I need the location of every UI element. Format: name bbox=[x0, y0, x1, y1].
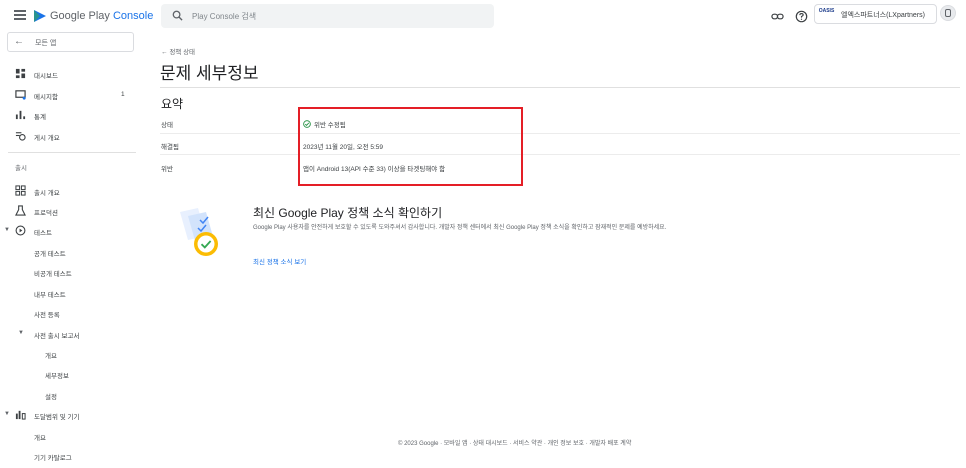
page-title: 문제 세부정보 bbox=[160, 64, 259, 83]
sidebar-item-label: 통계 bbox=[34, 114, 46, 121]
account-avatar-icon[interactable] bbox=[940, 5, 956, 21]
all-apps-label: 모든 앱 bbox=[35, 40, 57, 47]
sidebar: ← 모든 앱 대시보드 메시지함 1 통계 게시 개요 출시 출시 개요 프로덕… bbox=[0, 32, 142, 468]
sidebar-item-label: 기기 카탈로그 bbox=[34, 455, 72, 462]
sidebar-item-closed-testing[interactable]: 비공개 테스트 bbox=[0, 265, 142, 279]
sidebar-item-reach-devices[interactable]: ▼ 도달범위 및 기기 bbox=[0, 408, 142, 422]
row-divider bbox=[160, 154, 960, 155]
chevron-down-icon[interactable]: ▼ bbox=[4, 227, 10, 233]
sidebar-item-label: 설정 bbox=[45, 394, 57, 401]
arrow-back-icon: ← bbox=[14, 36, 24, 47]
sidebar-item-testing[interactable]: ▼ 테스트 bbox=[0, 224, 142, 238]
policy-news-body: Google Play 사용자를 안전하게 보호할 수 있도록 도와주셔서 감사… bbox=[253, 225, 667, 231]
sidebar-item-open-testing[interactable]: 공개 테스트 bbox=[0, 245, 142, 259]
sidebar-item-label: 도달범위 및 기기 bbox=[34, 414, 80, 421]
sidebar-item-reach-overview[interactable]: 개요 bbox=[0, 429, 142, 443]
row-divider bbox=[160, 133, 960, 134]
sidebar-item-pre-launch-settings[interactable]: 설정 bbox=[0, 388, 142, 402]
all-apps-button[interactable]: ← 모든 앱 bbox=[7, 32, 134, 52]
sidebar-item-label: 메시지함 bbox=[34, 94, 58, 101]
sidebar-item-device-catalog[interactable]: 기기 카탈로그 bbox=[0, 449, 142, 463]
menu-icon[interactable] bbox=[14, 10, 26, 20]
release-section-heading: 출시 bbox=[15, 165, 27, 172]
developer-logo: OASIS bbox=[818, 8, 835, 14]
brand-name: Google Play bbox=[50, 10, 113, 22]
policy-news-illustration-icon bbox=[180, 208, 218, 256]
page-footer: © 2023 Google · 모바일 앱 · 상태 대시보드 · 서비스 약관… bbox=[398, 441, 632, 447]
sidebar-item-pre-registration[interactable]: 사전 등록 bbox=[0, 306, 142, 320]
sidebar-item-publishing-overview[interactable]: 게시 개요 bbox=[0, 129, 142, 143]
sidebar-item-label: 테스트 bbox=[34, 230, 52, 237]
sidebar-item-label: 내부 테스트 bbox=[34, 292, 66, 299]
violation-label: 위반 bbox=[161, 166, 173, 173]
sidebar-item-label: 공개 테스트 bbox=[34, 251, 66, 258]
title-divider bbox=[160, 87, 960, 88]
search-icon bbox=[172, 10, 183, 21]
sidebar-item-internal-testing[interactable]: 내부 테스트 bbox=[0, 286, 142, 300]
dashboard-icon bbox=[15, 68, 26, 79]
sidebar-item-pre-launch-details[interactable]: 세부정보 bbox=[0, 367, 142, 381]
sidebar-item-pre-launch-report[interactable]: ▼ 사전 출시 보고서 bbox=[0, 327, 142, 341]
production-icon bbox=[15, 205, 26, 216]
link-icon[interactable] bbox=[771, 10, 784, 23]
sidebar-item-release-overview[interactable]: 출시 개요 bbox=[0, 184, 142, 198]
help-icon[interactable] bbox=[795, 10, 808, 23]
breadcrumb-label: 정책 상태 bbox=[169, 49, 196, 56]
summary-heading: 요약 bbox=[161, 97, 184, 111]
reach-devices-icon bbox=[15, 410, 26, 420]
sidebar-item-label: 비공개 테스트 bbox=[34, 271, 72, 278]
policy-news-title: 최신 Google Play 정책 소식 확인하기 bbox=[253, 206, 443, 220]
sidebar-item-label: 대시보드 bbox=[34, 73, 58, 80]
main-content: ← 정책 상태 문제 세부정보 요약 상태 위반 수정됨 해결됨 2023년 1… bbox=[142, 34, 966, 468]
chevron-down-icon[interactable]: ▼ bbox=[4, 411, 10, 417]
inbox-icon bbox=[15, 90, 26, 100]
sidebar-item-statistics[interactable]: 통계 bbox=[0, 108, 142, 122]
sidebar-item-label: 개요 bbox=[45, 353, 57, 360]
chevron-down-icon[interactable]: ▼ bbox=[18, 330, 24, 336]
testing-icon bbox=[15, 225, 26, 236]
highlight-box bbox=[298, 107, 523, 186]
sidebar-divider bbox=[8, 152, 136, 153]
status-label: 상태 bbox=[161, 122, 173, 129]
brand-title[interactable]: Google Play Console bbox=[50, 10, 153, 22]
sidebar-item-label: 프로덕션 bbox=[34, 210, 58, 217]
resolved-label: 해결됨 bbox=[161, 144, 179, 151]
sidebar-item-dashboard[interactable]: 대시보드 bbox=[0, 67, 142, 81]
sidebar-item-label: 출시 개요 bbox=[34, 190, 60, 197]
sidebar-item-production[interactable]: 프로덕션 bbox=[0, 204, 142, 218]
sidebar-item-label: 사전 출시 보고서 bbox=[34, 333, 80, 340]
sidebar-item-label: 개요 bbox=[34, 435, 46, 442]
publishing-icon bbox=[15, 132, 26, 141]
sidebar-item-pre-launch-overview[interactable]: 개요 bbox=[0, 347, 142, 361]
sidebar-item-label: 게시 개요 bbox=[34, 135, 60, 142]
play-console-logo-icon bbox=[34, 10, 46, 22]
sidebar-item-label: 사전 등록 bbox=[34, 312, 60, 319]
developer-account-chip[interactable]: OASIS 엘엑스파트너스(LXpartners) bbox=[814, 4, 937, 24]
policy-news-link[interactable]: 최신 정책 소식 보기 bbox=[253, 256, 306, 266]
bar-chart-icon bbox=[15, 110, 26, 120]
inbox-count-badge: 1 bbox=[121, 91, 125, 98]
top-app-bar: Google Play Console Play Console 검색 OASI… bbox=[0, 0, 966, 34]
sidebar-item-inbox[interactable]: 메시지함 1 bbox=[0, 88, 142, 102]
brand-suffix: Console bbox=[112, 10, 154, 22]
breadcrumb-back-link[interactable]: ← 정책 상태 bbox=[161, 46, 195, 56]
developer-name: 엘엑스파트너스(LXpartners) bbox=[841, 12, 925, 19]
release-overview-icon bbox=[15, 185, 26, 196]
sidebar-item-label: 세부정보 bbox=[45, 373, 69, 380]
search-placeholder: Play Console 검색 bbox=[192, 12, 257, 21]
search-bar[interactable]: Play Console 검색 bbox=[161, 4, 494, 28]
